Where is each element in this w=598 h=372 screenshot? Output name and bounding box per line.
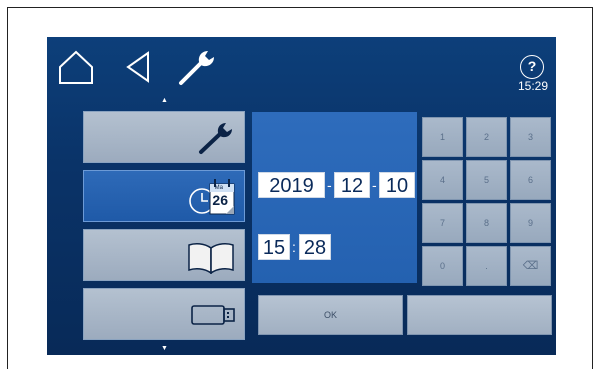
numeric-keypad: 1 2 3 4 5 6 7 8 9 0 . ⌫	[422, 117, 552, 287]
date-separator: -	[372, 177, 377, 193]
key-5[interactable]: 5	[466, 160, 507, 200]
key-4[interactable]: 4	[422, 160, 463, 200]
menu-item-settings[interactable]	[83, 111, 245, 163]
key-0[interactable]: 0	[422, 246, 463, 286]
home-icon[interactable]	[57, 49, 95, 90]
key-3[interactable]: 3	[510, 117, 551, 157]
key-decimal[interactable]: .	[466, 246, 507, 286]
date-separator: -	[327, 177, 332, 193]
day-field[interactable]: 10	[379, 172, 415, 198]
menu-item-date-time[interactable]: Ma 26	[83, 170, 245, 222]
wrench-icon	[196, 120, 236, 161]
device-screen: ? 15:29 ▲ Ma 26 ▼ 2019 - 12 - 10 15: 28…	[47, 37, 556, 355]
ok-button[interactable]: OK	[258, 295, 403, 335]
scroll-down-indicator[interactable]: ▼	[161, 345, 168, 352]
time-separator: :	[292, 239, 296, 255]
key-6[interactable]: 6	[510, 160, 551, 200]
back-triangle-icon[interactable]	[125, 49, 151, 90]
wrench-icon[interactable]	[175, 47, 219, 92]
month-field[interactable]: 12	[334, 172, 370, 198]
scroll-up-indicator[interactable]: ▲	[161, 97, 168, 104]
cancel-button[interactable]	[407, 295, 552, 335]
key-9[interactable]: 9	[510, 203, 551, 243]
backspace-key[interactable]: ⌫	[510, 246, 551, 286]
clock-display: 15:29	[517, 79, 548, 93]
year-field[interactable]: 2019	[258, 172, 325, 198]
calendar-day-text: 26	[212, 192, 228, 208]
date-time-panel: 2019 - 12 - 10 15 : 28	[252, 112, 417, 283]
calendar-month-text: Ma	[214, 185, 223, 191]
key-7[interactable]: 7	[422, 203, 463, 243]
book-icon	[186, 240, 236, 279]
usb-drive-icon	[190, 303, 236, 332]
help-button[interactable]: ?	[520, 55, 544, 79]
key-1[interactable]: 1	[422, 117, 463, 157]
top-bar: ? 15:29	[47, 37, 556, 107]
hour-field[interactable]: 15	[258, 234, 290, 260]
key-8[interactable]: 8	[466, 203, 507, 243]
menu-item-usb-export[interactable]	[83, 288, 245, 340]
key-2[interactable]: 2	[466, 117, 507, 157]
menu-item-manual[interactable]	[83, 229, 245, 281]
minute-field[interactable]: 28	[299, 234, 331, 260]
